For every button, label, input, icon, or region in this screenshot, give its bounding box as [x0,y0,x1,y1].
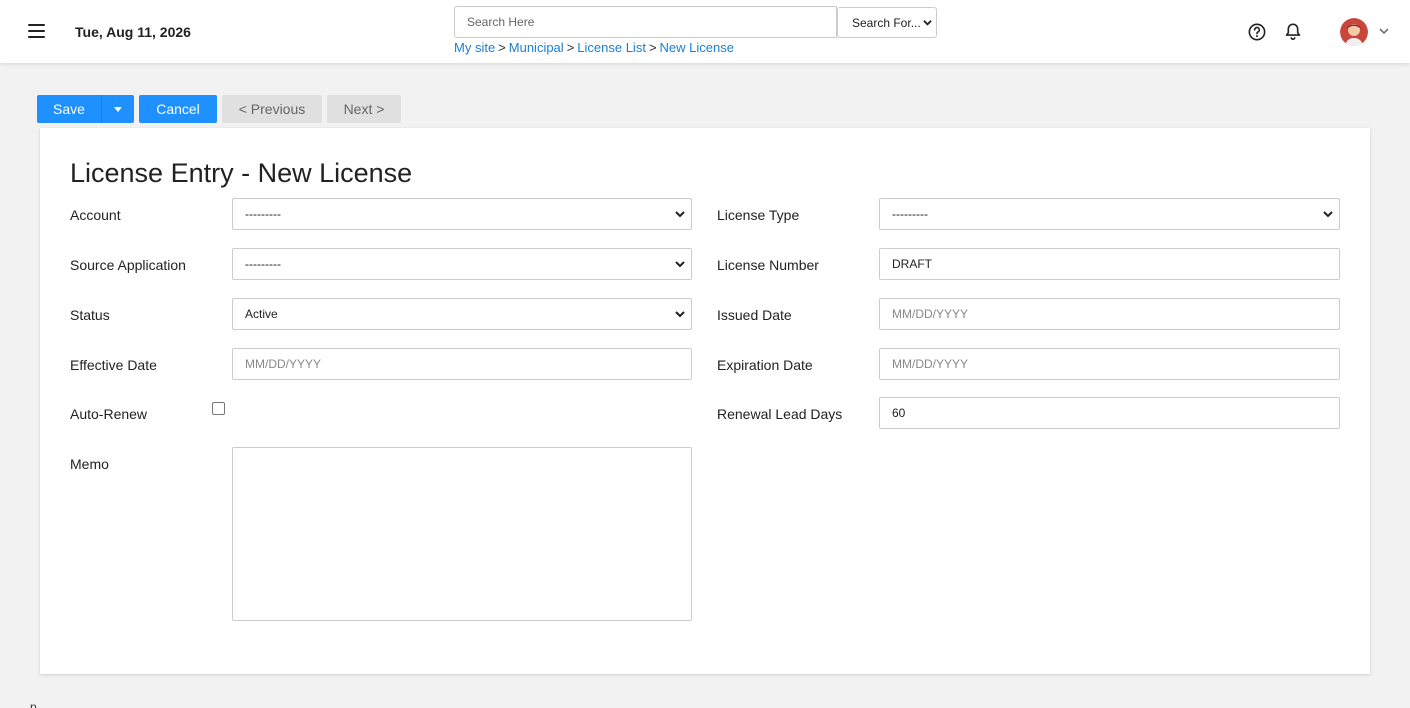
source-application-select[interactable]: --------- [232,248,692,280]
license-type-value: --------- [892,207,928,221]
source-application-label: Source Application [70,257,186,273]
search-input[interactable] [454,6,837,38]
license-type-select[interactable]: --------- [879,198,1340,230]
hamburger-icon[interactable] [28,24,45,38]
top-bar: Tue, Aug 11, 2026 Search For... My site>… [0,0,1410,63]
page-title: License Entry - New License [70,158,413,188]
expiration-date-placeholder: MM/DD/YYYY [892,357,969,371]
breadcrumb-separator: > [566,40,575,55]
current-date: Tue, Aug 11, 2026 [75,24,191,40]
license-number-value: DRAFT [892,257,932,271]
issued-date-input[interactable]: MM/DD/YYYY [879,298,1340,330]
status-value: Active [245,307,278,321]
effective-date-placeholder: MM/DD/YYYY [245,357,322,371]
save-dropdown-button[interactable] [101,95,134,123]
status-select[interactable]: Active [232,298,692,330]
caret-down-icon [114,106,122,112]
breadcrumb-separator: > [648,40,657,55]
effective-date-label: Effective Date [70,357,157,373]
avatar[interactable] [1340,18,1368,46]
breadcrumb: My site > Municipal > License List > New Licen… [454,40,734,55]
account-value: --------- [245,207,281,221]
issued-date-label: Issued Date [717,307,792,323]
license-number-input[interactable]: DRAFT [879,248,1340,280]
help-icon[interactable] [1248,23,1266,41]
auto-renew-checkbox[interactable] [212,402,225,415]
renewal-lead-days-value: 60 [892,406,906,420]
breadcrumb-my-site[interactable]: My site [454,40,495,55]
chevron-down-icon [1323,211,1333,218]
expiration-date-label: Expiration Date [717,357,813,373]
next-button[interactable]: Next > [327,95,401,123]
account-select[interactable]: --------- [232,198,692,230]
renewal-lead-days-label: Renewal Lead Days [717,406,843,422]
previous-button[interactable]: < Previous [222,95,322,123]
chevron-down-icon[interactable] [1378,25,1390,37]
search-for-select[interactable]: Search For... [837,7,937,38]
chevron-down-icon [923,20,932,26]
breadcrumb-new-license[interactable]: New License [660,40,734,55]
status-label: Status [70,307,110,323]
breadcrumb-municipal[interactable]: Municipal [509,40,564,55]
cancel-button[interactable]: Cancel [139,95,217,123]
license-form-card: License Entry - New License Account ----… [40,128,1370,674]
chevron-down-icon [675,211,685,218]
renewal-lead-days-input[interactable]: 60 [879,397,1340,429]
breadcrumb-separator: > [498,40,506,55]
chevron-down-icon [675,261,685,268]
search-for-label: Search For... [852,15,921,30]
chevron-down-icon [675,311,685,318]
account-label: Account [70,207,121,223]
auto-renew-label: Auto-Renew [70,406,148,422]
issued-date-placeholder: MM/DD/YYYY [892,307,969,321]
effective-date-input[interactable]: MM/DD/YYYY [232,348,692,380]
license-number-label: License Number [717,257,819,273]
license-type-label: License Type [717,207,800,223]
memo-label: Memo [70,456,109,472]
save-button[interactable]: Save [37,95,101,123]
footer-text: p [30,700,37,708]
breadcrumb-license-list[interactable]: License List [577,40,646,55]
memo-textarea[interactable] [232,447,692,621]
bell-icon[interactable] [1284,22,1302,41]
expiration-date-input[interactable]: MM/DD/YYYY [879,348,1340,380]
source-application-value: --------- [245,257,281,271]
